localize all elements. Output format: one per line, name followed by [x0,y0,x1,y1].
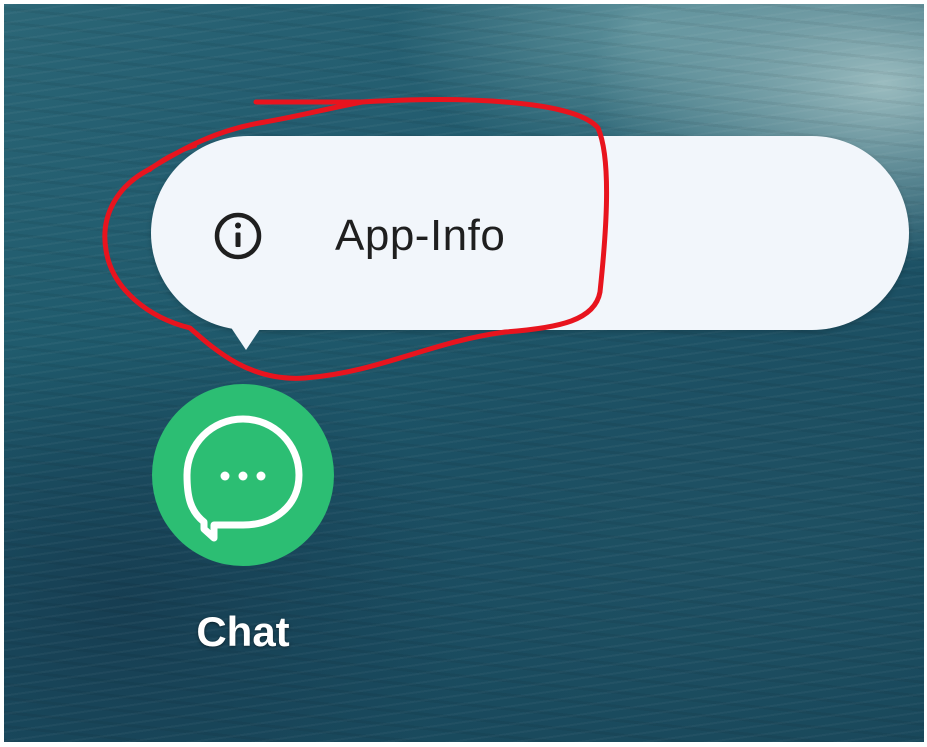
chat-app-icon[interactable] [152,384,334,566]
app-shortcut-popup: App-Info [151,136,909,330]
menu-item-app-info[interactable]: App-Info [151,136,611,330]
popup-pointer [230,326,262,350]
wallpaper [4,4,924,742]
wallpaper-texture [4,4,924,742]
app-label-chat: Chat [196,608,290,655]
chat-bubble-icon [183,415,303,542]
menu-item-label: App-Info [335,211,506,260]
info-icon [210,208,266,264]
